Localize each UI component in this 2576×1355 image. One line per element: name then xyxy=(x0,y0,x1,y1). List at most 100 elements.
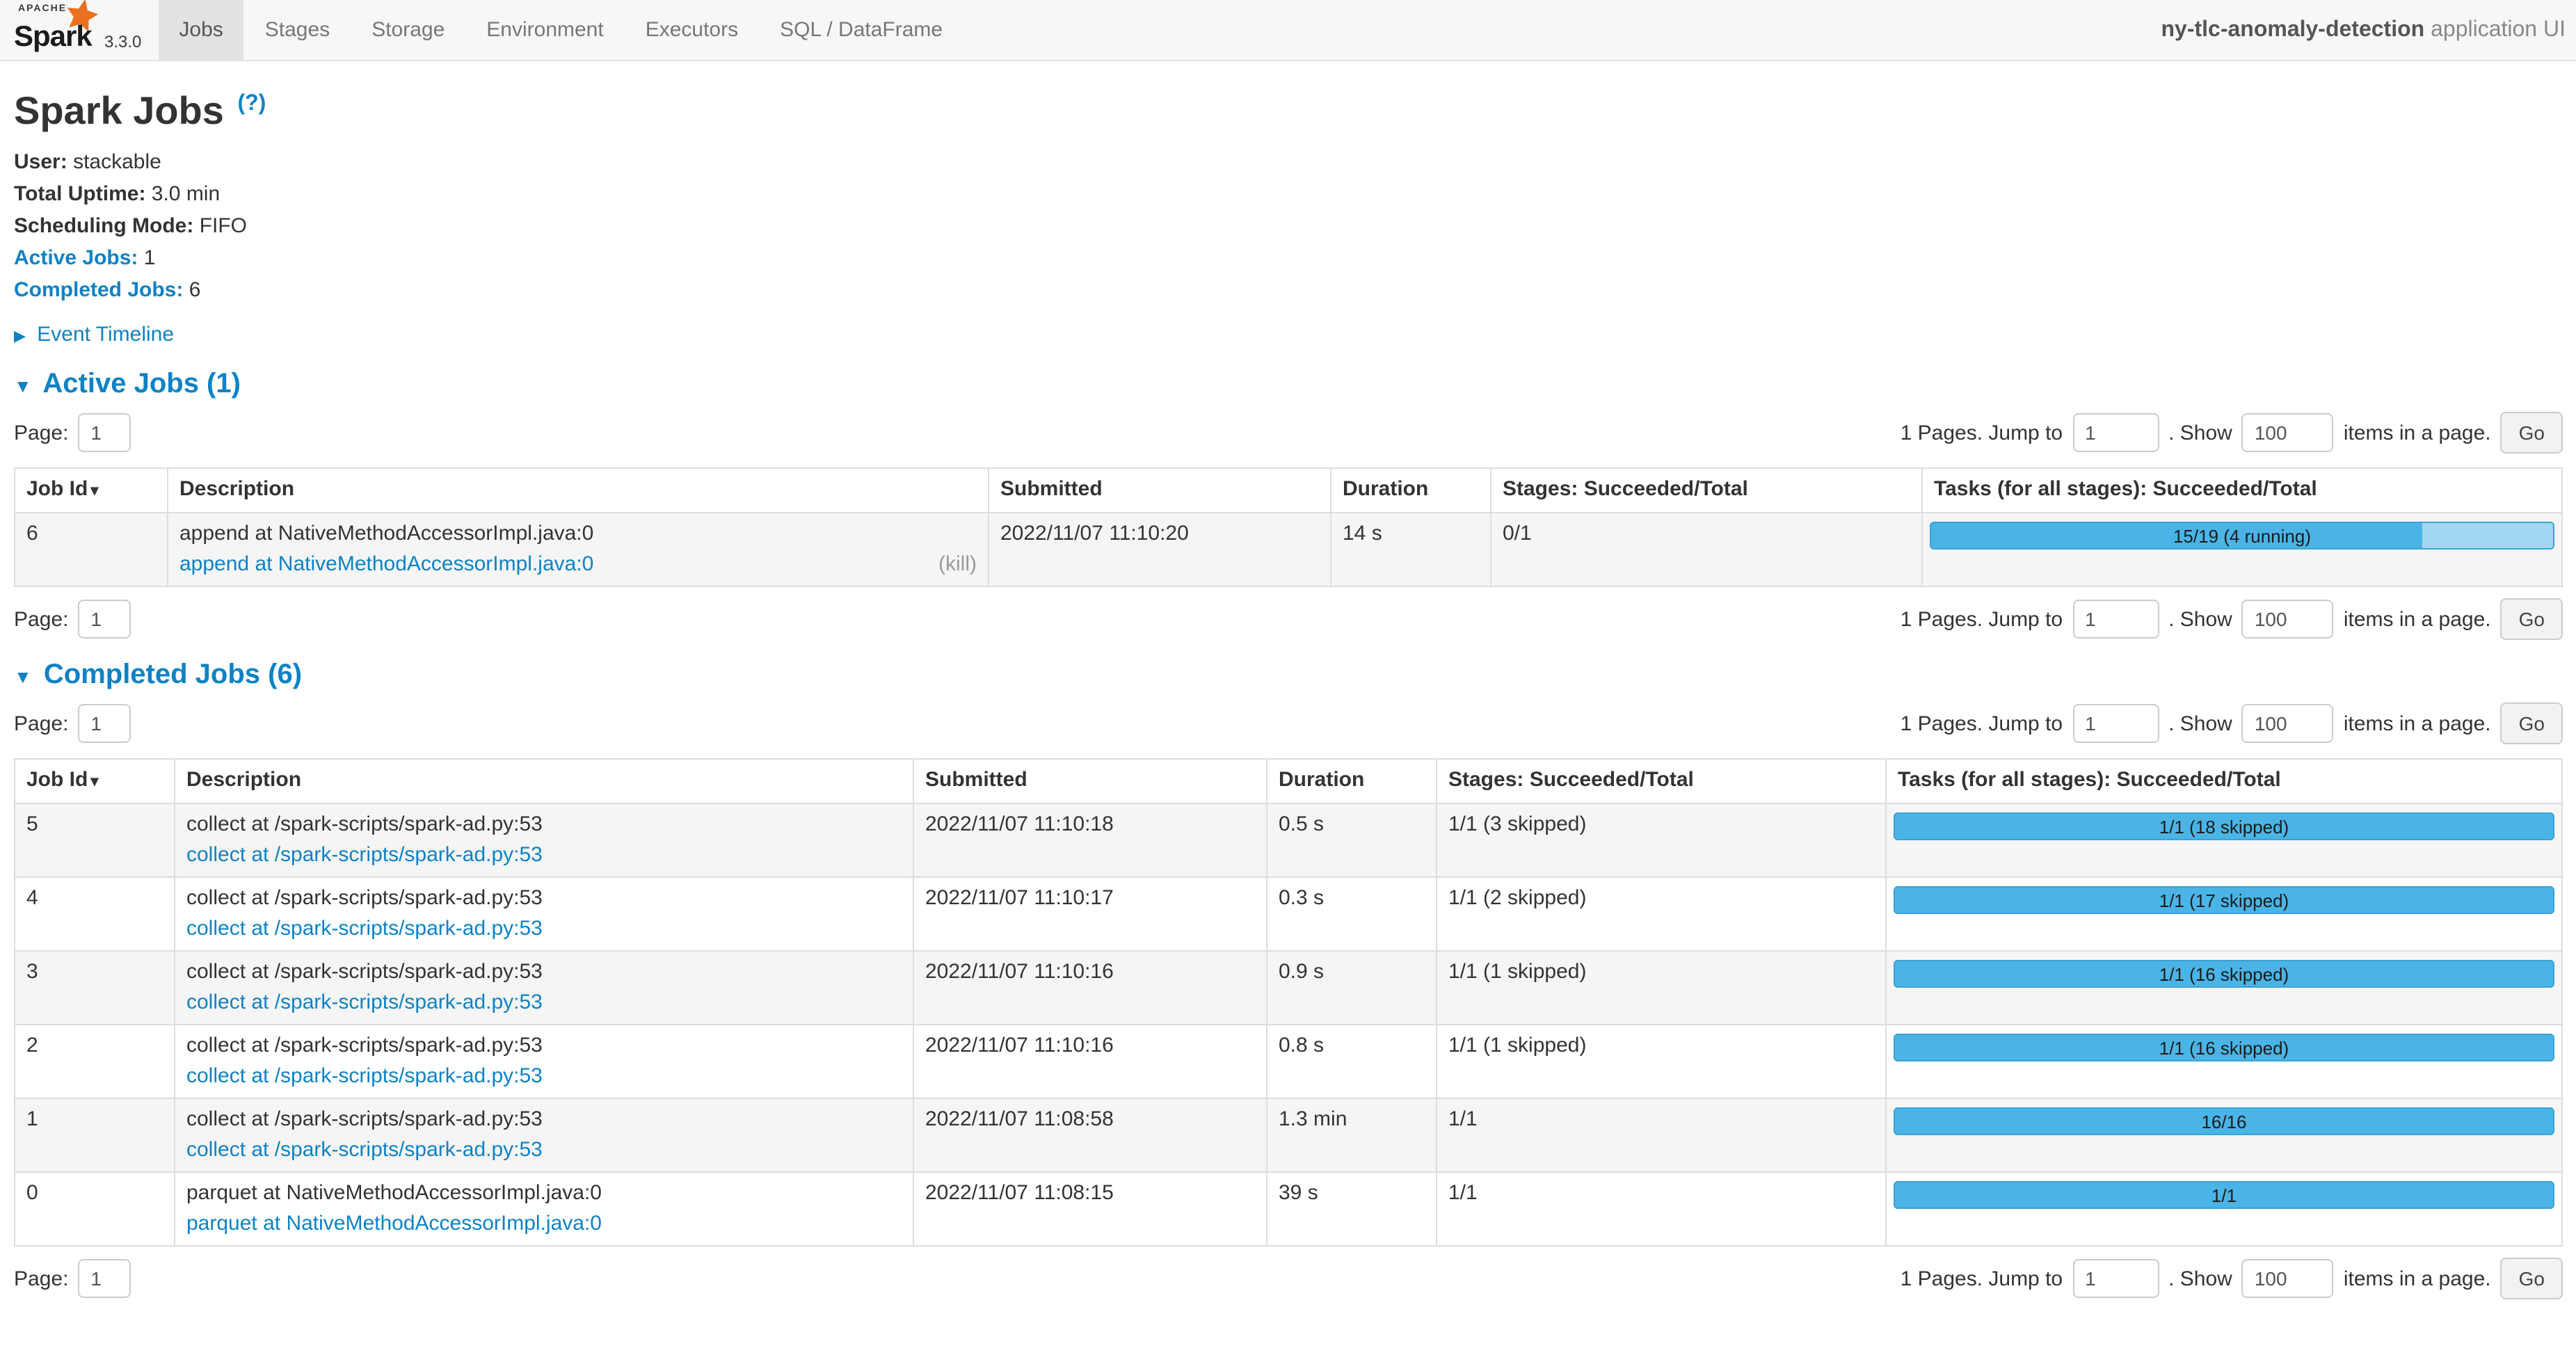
spark-jobs-page: APACHE Spark 3.3.0 Jobs Stages Storage E… xyxy=(0,0,2576,1355)
job-detail-link[interactable]: collect at /spark-scripts/spark-ad.py:53 xyxy=(186,915,543,943)
column-header-tasks[interactable]: Tasks (for all stages): Succeeded/Total xyxy=(1922,468,2562,513)
go-button[interactable]: Go xyxy=(2501,412,2563,454)
page-label: Page: xyxy=(14,607,68,631)
pagination-active-top: Page: 1 Pages. Jump to . Show items in a… xyxy=(14,412,2563,454)
job-detail-link[interactable]: parquet at NativeMethodAccessorImpl.java… xyxy=(186,1210,602,1238)
items-text: items in a page. xyxy=(2344,712,2491,735)
top-navbar: APACHE Spark 3.3.0 Jobs Stages Storage E… xyxy=(0,0,2576,61)
pages-jump-text: 1 Pages. Jump to xyxy=(1901,712,2063,735)
submitted-cell: 2022/11/07 11:08:15 xyxy=(913,1172,1267,1246)
column-header-description[interactable]: Description xyxy=(175,759,913,803)
tasks-progress-bar: 1/1 xyxy=(1894,1181,2554,1209)
expand-arrow-icon: ▶ xyxy=(14,328,26,345)
tab-environment[interactable]: Environment xyxy=(465,0,624,60)
items-text: items in a page. xyxy=(2344,421,2491,444)
page-number-input[interactable] xyxy=(78,413,131,452)
job-description-text: append at NativeMethodAccessorImpl.java:… xyxy=(179,520,977,548)
page-number-input[interactable] xyxy=(78,704,131,743)
tab-stages[interactable]: Stages xyxy=(244,0,351,60)
column-header-submitted[interactable]: Submitted xyxy=(989,468,1331,513)
column-header-description[interactable]: Description xyxy=(168,468,989,513)
show-text: . Show xyxy=(2168,1267,2232,1290)
stages-cell: 0/1 xyxy=(1491,513,1922,586)
pages-jump-text: 1 Pages. Jump to xyxy=(1901,1267,2063,1290)
summary-completed-jobs: Completed Jobs: 6 xyxy=(14,278,2563,303)
items-text: items in a page. xyxy=(2344,1267,2491,1290)
column-header-stages[interactable]: Stages: Succeeded/Total xyxy=(1491,468,1922,513)
progress-label: 1/1 (18 skipped) xyxy=(1895,814,2553,839)
pagination-active-bottom: Page: 1 Pages. Jump to . Show items in a… xyxy=(14,598,2563,640)
submitted-cell: 2022/11/07 11:10:18 xyxy=(913,803,1267,877)
page-number-input[interactable] xyxy=(78,1259,131,1298)
tab-executors[interactable]: Executors xyxy=(625,0,759,60)
column-header-job-id[interactable]: Job Id▾ xyxy=(15,468,168,513)
table-row: 6 append at NativeMethodAccessorImpl.jav… xyxy=(15,513,2562,586)
sort-desc-icon: ▾ xyxy=(90,773,98,790)
table-row: 4 collect at /spark-scripts/spark-ad.py:… xyxy=(15,877,2562,951)
progress-label: 1/1 (16 skipped) xyxy=(1895,961,2553,986)
column-header-tasks[interactable]: Tasks (for all stages): Succeeded/Total xyxy=(1886,759,2562,803)
page-title: Spark Jobs (?) xyxy=(14,89,2563,134)
event-timeline-toggle[interactable]: ▶ Event Timeline xyxy=(14,323,2563,346)
summary-scheduling-mode: Scheduling Mode: FIFO xyxy=(14,214,2563,239)
stages-cell: 1/1 (1 skipped) xyxy=(1437,951,1886,1025)
items-per-page-input[interactable] xyxy=(2242,413,2334,452)
page-title-text: Spark Jobs xyxy=(14,89,224,132)
kill-link[interactable]: (kill) xyxy=(938,551,977,579)
page-number-input[interactable] xyxy=(78,600,131,639)
summary-scheduling-label: Scheduling Mode: xyxy=(14,214,193,238)
job-description-cell: collect at /spark-scripts/spark-ad.py:53… xyxy=(175,1098,913,1172)
job-description-text: collect at /spark-scripts/spark-ad.py:53 xyxy=(186,1106,902,1134)
spark-logo-text: Spark xyxy=(14,21,92,54)
stages-cell: 1/1 xyxy=(1437,1098,1886,1172)
active-jobs-link[interactable]: Active Jobs: xyxy=(14,246,138,270)
tab-jobs[interactable]: Jobs xyxy=(158,0,243,60)
jump-to-input[interactable] xyxy=(2072,704,2159,743)
pagination-completed-bottom: Page: 1 Pages. Jump to . Show items in a… xyxy=(14,1258,2563,1299)
jump-to-input[interactable] xyxy=(2072,600,2159,639)
stages-cell: 1/1 (1 skipped) xyxy=(1437,1025,1886,1098)
spark-logo-link[interactable]: APACHE Spark 3.3.0 xyxy=(0,0,158,60)
job-detail-link[interactable]: append at NativeMethodAccessorImpl.java:… xyxy=(179,551,593,579)
items-per-page-input[interactable] xyxy=(2242,1259,2334,1298)
column-header-stages[interactable]: Stages: Succeeded/Total xyxy=(1437,759,1886,803)
tasks-cell: 1/1 (18 skipped) xyxy=(1886,803,2562,877)
active-jobs-section-header[interactable]: ▼ Active Jobs (1) xyxy=(14,369,2563,401)
stages-cell: 1/1 (2 skipped) xyxy=(1437,877,1886,951)
jump-to-input[interactable] xyxy=(2072,413,2159,452)
column-header-duration[interactable]: Duration xyxy=(1267,759,1437,803)
apache-label: APACHE xyxy=(18,4,67,14)
summary-active-jobs: Active Jobs: 1 xyxy=(14,246,2563,271)
job-id-cell: 1 xyxy=(15,1098,175,1172)
summary-uptime-label: Total Uptime: xyxy=(14,182,145,206)
job-detail-link[interactable]: collect at /spark-scripts/spark-ad.py:53 xyxy=(186,1063,543,1091)
page-label: Page: xyxy=(14,421,68,444)
progress-label: 16/16 xyxy=(1895,1109,2553,1134)
jump-to-input[interactable] xyxy=(2072,1259,2159,1298)
job-detail-link[interactable]: collect at /spark-scripts/spark-ad.py:53 xyxy=(186,842,543,869)
tab-sql-dataframe[interactable]: SQL / DataFrame xyxy=(759,0,963,60)
go-button[interactable]: Go xyxy=(2501,1258,2563,1299)
column-header-submitted[interactable]: Submitted xyxy=(913,759,1267,803)
column-header-job-id[interactable]: Job Id▾ xyxy=(15,759,175,803)
completed-jobs-section-header[interactable]: ▼ Completed Jobs (6) xyxy=(14,659,2563,691)
column-header-duration[interactable]: Duration xyxy=(1331,468,1491,513)
job-description-cell: collect at /spark-scripts/spark-ad.py:53… xyxy=(175,1025,913,1098)
job-description-text: parquet at NativeMethodAccessorImpl.java… xyxy=(186,1180,902,1208)
go-button[interactable]: Go xyxy=(2501,703,2563,744)
job-detail-link[interactable]: collect at /spark-scripts/spark-ad.py:53 xyxy=(186,1137,543,1164)
duration-cell: 0.5 s xyxy=(1267,803,1437,877)
tasks-cell: 1/1 (17 skipped) xyxy=(1886,877,2562,951)
go-button[interactable]: Go xyxy=(2501,598,2563,640)
table-row: 2 collect at /spark-scripts/spark-ad.py:… xyxy=(15,1025,2562,1098)
items-per-page-input[interactable] xyxy=(2242,600,2334,639)
tab-storage[interactable]: Storage xyxy=(351,0,465,60)
completed-jobs-link[interactable]: Completed Jobs: xyxy=(14,278,183,302)
items-per-page-input[interactable] xyxy=(2242,704,2334,743)
summary-user: User: stackable xyxy=(14,150,2563,175)
job-detail-link[interactable]: collect at /spark-scripts/spark-ad.py:53 xyxy=(186,989,543,1017)
summary-scheduling-value: FIFO xyxy=(200,214,247,238)
duration-cell: 0.8 s xyxy=(1267,1025,1437,1098)
help-link[interactable]: (?) xyxy=(237,91,266,115)
table-row: 0 parquet at NativeMethodAccessorImpl.ja… xyxy=(15,1172,2562,1246)
